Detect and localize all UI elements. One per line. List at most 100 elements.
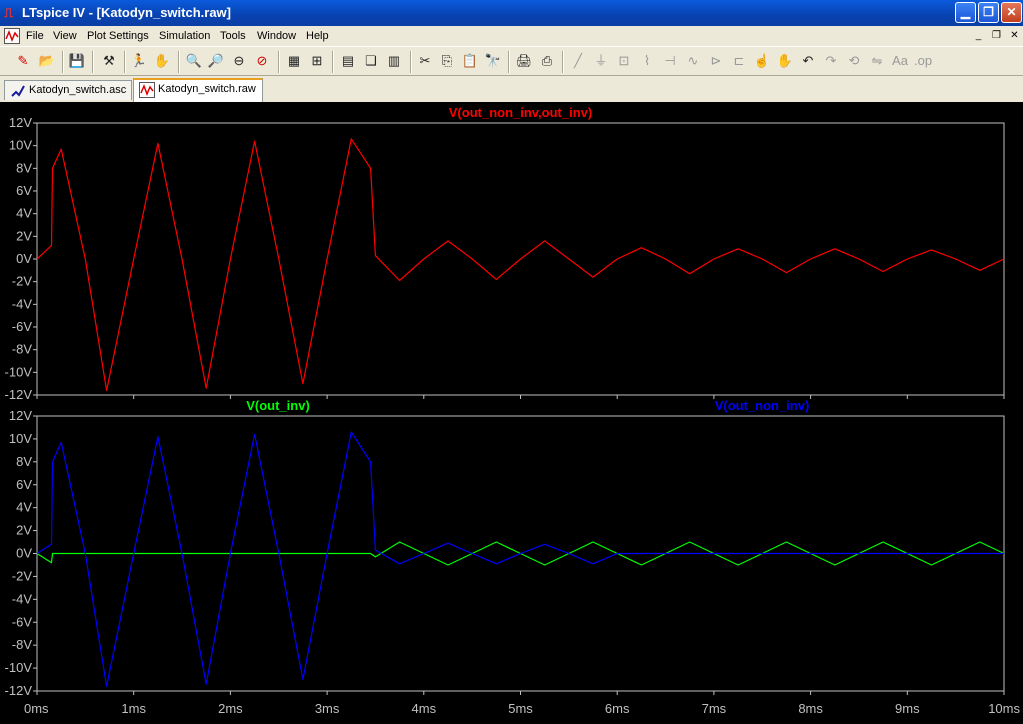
y-tick-label: -10V bbox=[5, 660, 33, 675]
tile-vertical-icon[interactable]: ▥ bbox=[385, 52, 403, 70]
halt-icon[interactable]: ✋ bbox=[153, 52, 171, 70]
copy-icon[interactable]: ⎘ bbox=[438, 52, 456, 70]
tile-horizontal-icon[interactable]: ▤ bbox=[339, 52, 357, 70]
tab-waveform[interactable]: Katodyn_switch.raw bbox=[133, 78, 263, 102]
grid-icon[interactable]: ⊞ bbox=[308, 52, 326, 70]
capacitor-icon[interactable]: ⊣ bbox=[661, 52, 679, 70]
menu-plot-settings[interactable]: Plot Settings bbox=[87, 29, 149, 43]
trace-v-out-non-inv-out-inv- bbox=[36, 138, 1005, 392]
x-tick-label: 4ms bbox=[412, 701, 437, 716]
move-hand-icon[interactable]: ☝ bbox=[753, 52, 771, 70]
redo-icon[interactable]: ↷ bbox=[822, 52, 840, 70]
zoom-in-icon[interactable]: 🔍 bbox=[185, 52, 203, 70]
rotate-icon[interactable]: ⟲ bbox=[845, 52, 863, 70]
mdi-restore-icon[interactable]: ❐ bbox=[990, 29, 1003, 42]
y-tick-label: -8V bbox=[12, 637, 33, 652]
restore-button[interactable]: ❐ bbox=[978, 2, 999, 23]
wire-icon[interactable]: ╱ bbox=[569, 52, 587, 70]
print-icon[interactable]: ⎙ bbox=[538, 52, 556, 70]
new-schematic-icon[interactable]: ✎ bbox=[14, 52, 32, 70]
y-tick-label: -8V bbox=[12, 342, 33, 357]
waveform-plot-svg[interactable]: 12V 10V 8V 6V 4V 2V 0V -2V -4V -6V -8V -10V -12V V(ou… bbox=[0, 102, 1023, 724]
waveform-viewer[interactable]: 12V 10V 8V 6V 4V 2V 0V -2V -4V -6V -8V -10V -12V V(ou… bbox=[0, 102, 1023, 724]
control-panel-icon[interactable]: ⚒ bbox=[100, 52, 118, 70]
y-tick-label: -4V bbox=[12, 296, 33, 311]
y-tick-label: 4V bbox=[16, 500, 32, 515]
y-tick-label: 0V bbox=[16, 546, 32, 561]
toolbar-separator bbox=[332, 51, 334, 73]
find-icon[interactable]: 🔭 bbox=[484, 52, 502, 70]
x-tick-label: 7ms bbox=[702, 701, 727, 716]
menu-tools[interactable]: Tools bbox=[220, 29, 246, 43]
y-tick-label: -10V bbox=[5, 364, 33, 379]
y-tick-label: 12V bbox=[9, 408, 32, 423]
menu-simulation[interactable]: Simulation bbox=[159, 29, 210, 43]
y-tick-label: -4V bbox=[12, 591, 33, 606]
y-tick-label: -2V bbox=[12, 274, 33, 289]
menu-bar: File View Plot Settings Simulation Tools… bbox=[0, 26, 1023, 46]
zoom-full-icon[interactable]: 🔎 bbox=[207, 52, 225, 70]
y-tick-label: 6V bbox=[16, 477, 32, 492]
waveform-doc-icon bbox=[4, 28, 20, 44]
drag-hand-icon[interactable]: ✋ bbox=[776, 52, 794, 70]
y-tick-label: 10V bbox=[9, 138, 32, 153]
ltspice-logo-icon: ⎍ bbox=[4, 5, 14, 20]
inductor-icon[interactable]: ∿ bbox=[684, 52, 702, 70]
save-icon[interactable]: 💾 bbox=[68, 52, 86, 70]
zoom-cancel-icon[interactable]: ⊘ bbox=[253, 52, 271, 70]
y-tick-label: 12V bbox=[9, 115, 32, 130]
print-preview-icon[interactable]: 🖨 bbox=[515, 52, 533, 70]
y-tick-label: -12V bbox=[5, 387, 33, 402]
waveform-icon bbox=[139, 82, 155, 98]
zoom-out-icon[interactable]: ⊖ bbox=[230, 52, 248, 70]
y-tick-label: -2V bbox=[12, 568, 33, 583]
toolbar-separator bbox=[178, 51, 180, 73]
window-title: LTspice IV - [Katodyn_switch.raw] bbox=[22, 5, 231, 20]
menu-window[interactable]: Window bbox=[257, 29, 296, 43]
spice-directive-icon[interactable]: .op bbox=[914, 52, 932, 70]
tab-label: Katodyn_switch.asc bbox=[29, 84, 127, 96]
toolbar-separator bbox=[124, 51, 126, 73]
cascade-icon[interactable]: ❏ bbox=[362, 52, 380, 70]
close-button[interactable]: ✕ bbox=[1001, 2, 1022, 23]
y-tick-label: 2V bbox=[16, 523, 32, 538]
toolbar-separator bbox=[508, 51, 510, 73]
toolbar-separator bbox=[562, 51, 564, 73]
toolbar-separator bbox=[92, 51, 94, 73]
trace-label: V(out_non_inv) bbox=[715, 398, 810, 413]
cut-icon[interactable]: ✂ bbox=[416, 52, 434, 70]
y-tick-label: 8V bbox=[16, 454, 32, 469]
diode-icon[interactable]: ⊳ bbox=[707, 52, 725, 70]
y-tick-label: -12V bbox=[5, 683, 33, 698]
x-tick-label: 3ms bbox=[315, 701, 340, 716]
x-tick-label: 1ms bbox=[121, 701, 146, 716]
open-icon[interactable]: 📂 bbox=[38, 52, 56, 70]
mdi-close-icon[interactable]: ✕ bbox=[1008, 29, 1021, 42]
paste-icon[interactable]: 📋 bbox=[461, 52, 479, 70]
label-net-icon[interactable]: ⊡ bbox=[615, 52, 633, 70]
autorange-icon[interactable]: ▦ bbox=[285, 52, 303, 70]
x-tick-label: 0ms bbox=[24, 701, 49, 716]
undo-icon[interactable]: ↶ bbox=[799, 52, 817, 70]
y-tick-label: -6V bbox=[12, 614, 33, 629]
x-tick-label: 10ms bbox=[988, 701, 1020, 716]
minimize-button[interactable]: ▁ bbox=[955, 2, 976, 23]
trace-v-out-non-inv- bbox=[36, 431, 1004, 688]
menu-view[interactable]: View bbox=[53, 29, 77, 43]
resistor-icon[interactable]: ⌇ bbox=[638, 52, 656, 70]
toolbar-separator bbox=[410, 51, 412, 73]
trace-label: V(out_non_inv,out_inv) bbox=[449, 105, 592, 120]
ground-icon[interactable]: ⏚ bbox=[592, 52, 610, 70]
schematic-icon bbox=[11, 85, 25, 97]
menu-file[interactable]: File bbox=[26, 29, 44, 43]
mdi-minimize-icon[interactable]: _ bbox=[972, 29, 985, 42]
text-icon[interactable]: Aa bbox=[891, 52, 909, 70]
component-icon[interactable]: ⊏ bbox=[730, 52, 748, 70]
y-tick-label: 4V bbox=[16, 206, 32, 221]
tab-schematic[interactable]: Katodyn_switch.asc bbox=[4, 80, 132, 100]
run-icon[interactable]: 🏃 bbox=[130, 52, 148, 70]
y-tick-label: 8V bbox=[16, 160, 32, 175]
menu-help[interactable]: Help bbox=[306, 29, 329, 43]
x-tick-label: 2ms bbox=[218, 701, 243, 716]
mirror-icon[interactable]: ⇋ bbox=[868, 52, 886, 70]
